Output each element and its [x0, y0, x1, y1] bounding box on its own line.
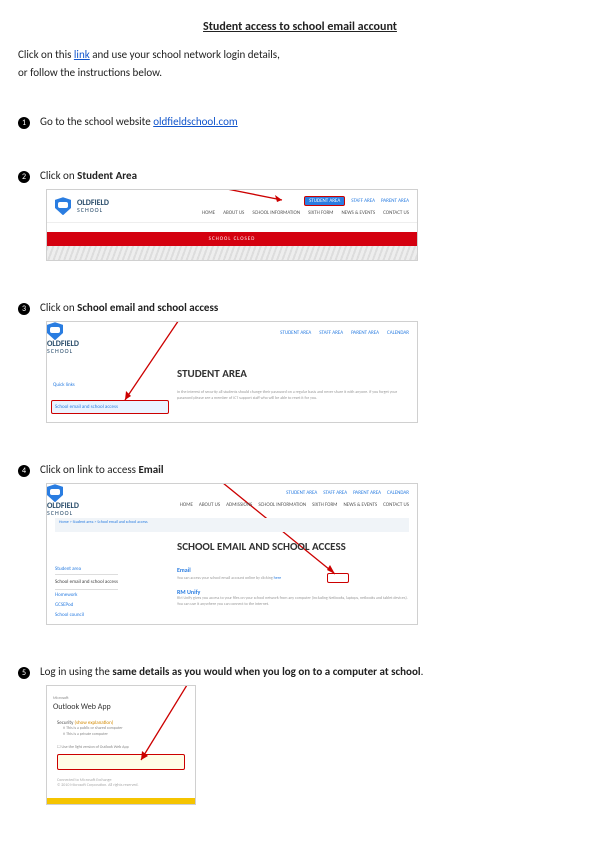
screenshot-step-4: OLDFIELDSCHOOL STUDENT AREA STAFF AREA P… [46, 483, 418, 625]
nav-link[interactable]: STUDENT AREA [286, 490, 317, 496]
screenshot-step-2: OLDFIELDSCHOOL STUDENT AREA STAFF AREA P… [46, 189, 418, 261]
step-1: 1 Go to the school website oldfieldschoo… [18, 115, 582, 129]
page-title: Student access to school email account [18, 20, 582, 34]
nav-link[interactable]: ADMISSIONS [226, 502, 252, 508]
step-5: 5 Log in using the same details as you w… [18, 665, 582, 679]
nav-link[interactable]: SIXTH FORM [308, 210, 333, 216]
step-4: 4 Click on link to access Email [18, 463, 582, 477]
nav-link[interactable]: HOME [202, 210, 215, 216]
step-5-text: Log in using the same details as you wou… [40, 665, 423, 678]
screenshot-step-3: OLDFIELDSCHOOL STUDENT AREA STAFF AREA P… [46, 321, 418, 423]
intro-text-1b: and use your school network login detail… [90, 48, 280, 61]
bullet-icon: 2 [18, 171, 30, 183]
breadcrumb: Home > Student area > School email and s… [55, 518, 409, 532]
sidebar: Student area School email and school acc… [55, 564, 118, 620]
school-shield-icon [47, 322, 63, 340]
bullet-icon: 4 [18, 465, 30, 477]
hero-image [47, 246, 417, 260]
owa-accent-bar [47, 798, 195, 804]
step-2: 2 Click on Student Area [18, 169, 582, 183]
school-shield-icon [47, 484, 63, 502]
step-4-text: Click on link to access Email [40, 463, 164, 476]
checkbox-light-version[interactable]: ☐ Use the light version of Outlook Web A… [57, 744, 189, 750]
email-heading: Email [177, 566, 191, 574]
bullet-icon: 3 [18, 303, 30, 315]
nav-link[interactable]: NEWS & EVENTS [343, 502, 377, 508]
intro-text-1a: Click on this [18, 48, 74, 61]
body-text: In the interest of security all students… [177, 390, 409, 401]
alert-bar: SCHOOL CLOSED [47, 232, 417, 246]
sidebar-item[interactable]: GCSEPod [55, 600, 118, 610]
page-heading: STUDENT AREA [177, 367, 247, 380]
sidebar-item[interactable]: Homework [55, 590, 118, 600]
nav-link[interactable]: CALENDAR [387, 330, 409, 336]
screenshot-step-5: MicrosoftOutlook Web App Security (show … [46, 685, 196, 805]
intro-link[interactable]: link [74, 48, 90, 61]
sidebar-link[interactable]: Quick links [53, 382, 75, 388]
email-text: You can access your school email account… [177, 576, 281, 581]
school-email-sidebar-link[interactable]: School email and school access [51, 400, 169, 414]
step-3-text: Click on School email and school access [40, 301, 218, 314]
nav-link[interactable]: PARENT AREA [381, 198, 409, 204]
bullet-icon: 1 [18, 117, 30, 129]
nav-link[interactable]: PARENT AREA [353, 490, 381, 496]
nav-link[interactable]: CONTACT US [383, 502, 409, 508]
sidebar-item[interactable]: Student area [55, 564, 118, 574]
sidebar-item-selected[interactable]: School email and school access [55, 574, 118, 590]
nav-link[interactable]: ABOUT US [199, 502, 220, 508]
radio-private[interactable]: ○ This is a private computer [63, 732, 189, 738]
owa-footer: Connected to Microsoft Exchange© 2010 Mi… [57, 778, 189, 788]
nav-link[interactable]: PARENT AREA [351, 330, 379, 336]
nav-link[interactable]: ABOUT US [223, 210, 244, 216]
nav-link[interactable]: STAFF AREA [319, 330, 343, 336]
nav-link[interactable]: SCHOOL INFORMATION [252, 210, 300, 216]
student-area-button[interactable]: STUDENT AREA [304, 196, 345, 206]
nav-link[interactable]: HOME [180, 502, 193, 508]
school-website-link[interactable]: oldfieldschool.com [153, 115, 238, 128]
bullet-icon: 5 [18, 667, 30, 679]
brand-name: OLDFIELDSCHOOL [47, 340, 417, 354]
step-1-text: Go to the school website oldfieldschool.… [40, 115, 238, 128]
rmunify-text: RM Unify gives you access to your files … [177, 596, 409, 607]
sidebar-item[interactable]: School council [55, 610, 118, 620]
rmunify-heading: RM Unify [177, 588, 200, 596]
nav-link[interactable]: STAFF AREA [351, 198, 375, 204]
nav-link[interactable]: STAFF AREA [323, 490, 347, 496]
email-here-link[interactable] [327, 573, 349, 583]
login-input[interactable] [57, 754, 185, 770]
intro-text-2: or follow the instructions below. [18, 66, 162, 79]
nav-link[interactable]: CONTACT US [383, 210, 409, 216]
owa-title: MicrosoftOutlook Web App [53, 692, 189, 712]
brand-name: OLDFIELDSCHOOL [77, 199, 109, 213]
nav-link[interactable]: CALENDAR [387, 490, 409, 496]
nav-link[interactable]: NEWS & EVENTS [341, 210, 375, 216]
school-shield-icon [55, 197, 71, 215]
nav-link[interactable]: STUDENT AREA [280, 330, 311, 336]
nav-link[interactable]: SCHOOL INFORMATION [258, 502, 306, 508]
step-3: 3 Click on School email and school acces… [18, 301, 582, 315]
step-2-text: Click on Student Area [40, 169, 137, 182]
nav-link[interactable]: SIXTH FORM [312, 502, 337, 508]
page-heading: SCHOOL EMAIL AND SCHOOL ACCESS [177, 540, 346, 553]
intro-block: Click on this link and use your school n… [18, 46, 582, 81]
